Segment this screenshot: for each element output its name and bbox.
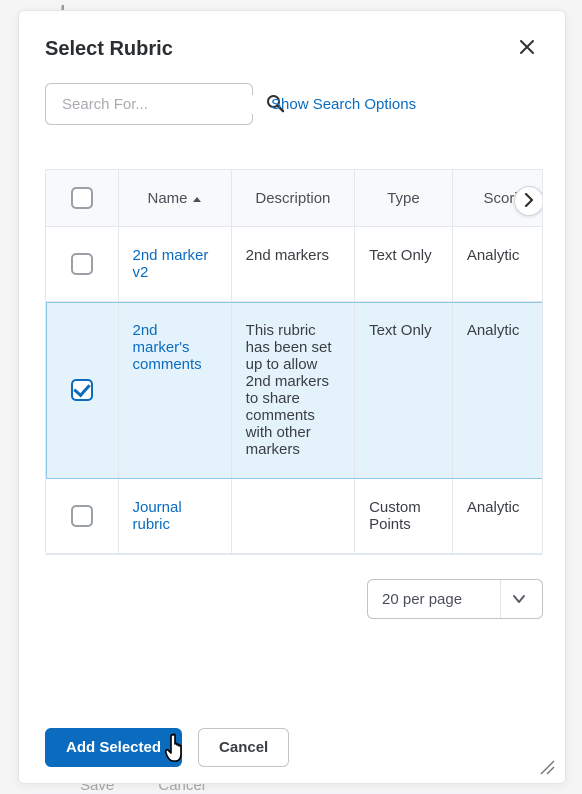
rubric-scoring: Analytic	[452, 302, 543, 479]
column-header-type[interactable]: Type	[355, 170, 453, 227]
chevron-right-icon	[523, 193, 535, 210]
search-field-wrap	[45, 83, 253, 125]
add-selected-button[interactable]: Add Selected	[45, 728, 182, 767]
select-all-checkbox[interactable]	[71, 187, 93, 209]
rubric-description	[231, 479, 354, 554]
column-header-description[interactable]: Description	[231, 170, 354, 227]
table-row[interactable]: 2nd marker's comments This rubric has be…	[46, 302, 543, 479]
rubric-description: This rubric has been set up to allow 2nd…	[231, 302, 354, 479]
rubric-scoring: Analytic	[452, 479, 543, 554]
select-rubric-dialog: Select Rubric Show Search Options	[18, 10, 566, 784]
dialog-footer: Add Selected Cancel	[19, 714, 565, 783]
rubric-table: Name Description Type Scoring 2nd marke	[46, 170, 543, 554]
row-checkbox[interactable]	[71, 505, 93, 527]
page-size-label: 20 per page	[382, 591, 462, 608]
table-scroll-right-button[interactable]	[514, 186, 543, 216]
show-search-options-link[interactable]: Show Search Options	[271, 96, 416, 113]
chevron-down-icon	[500, 580, 536, 618]
horizontal-scrollbar[interactable]	[45, 627, 543, 642]
table-header-row: Name Description Type Scoring	[46, 170, 543, 227]
column-header-name[interactable]: Name	[118, 170, 231, 227]
dialog-body: Show Search Options Na	[19, 77, 561, 714]
column-header-name-label: Name	[147, 190, 187, 207]
rubric-name-link[interactable]: Journal rubric	[133, 499, 217, 533]
search-input[interactable]	[60, 95, 263, 114]
row-checkbox[interactable]	[71, 253, 93, 275]
sort-asc-icon	[192, 190, 202, 207]
row-checkbox[interactable]	[71, 379, 93, 401]
rubric-name-link[interactable]: 2nd marker's comments	[133, 322, 217, 373]
rubric-description: 2nd markers	[231, 227, 354, 302]
cancel-button[interactable]: Cancel	[198, 728, 289, 767]
close-icon	[519, 38, 535, 60]
rubric-type: Text Only	[355, 227, 453, 302]
page-size-select[interactable]: 20 per page	[367, 579, 543, 619]
pager-row: 20 per page	[19, 561, 561, 627]
rubric-type: Custom Points	[355, 479, 453, 554]
table-row[interactable]: 2nd marker v2 2nd markers Text Only Anal…	[46, 227, 543, 302]
rubric-type: Text Only	[355, 302, 453, 479]
resize-handle[interactable]	[537, 757, 555, 775]
close-button[interactable]	[515, 35, 539, 63]
rubric-scoring: Analytic	[452, 227, 543, 302]
dialog-title: Select Rubric	[45, 38, 173, 61]
rubric-name-link[interactable]: 2nd marker v2	[133, 247, 217, 281]
table-row[interactable]: Journal rubric Custom Points Analytic	[46, 479, 543, 554]
dialog-header: Select Rubric	[19, 11, 565, 77]
rubric-table-wrap: Name Description Type Scoring 2nd marke	[45, 169, 543, 555]
search-row: Show Search Options	[19, 77, 561, 143]
select-all-header	[46, 170, 118, 227]
